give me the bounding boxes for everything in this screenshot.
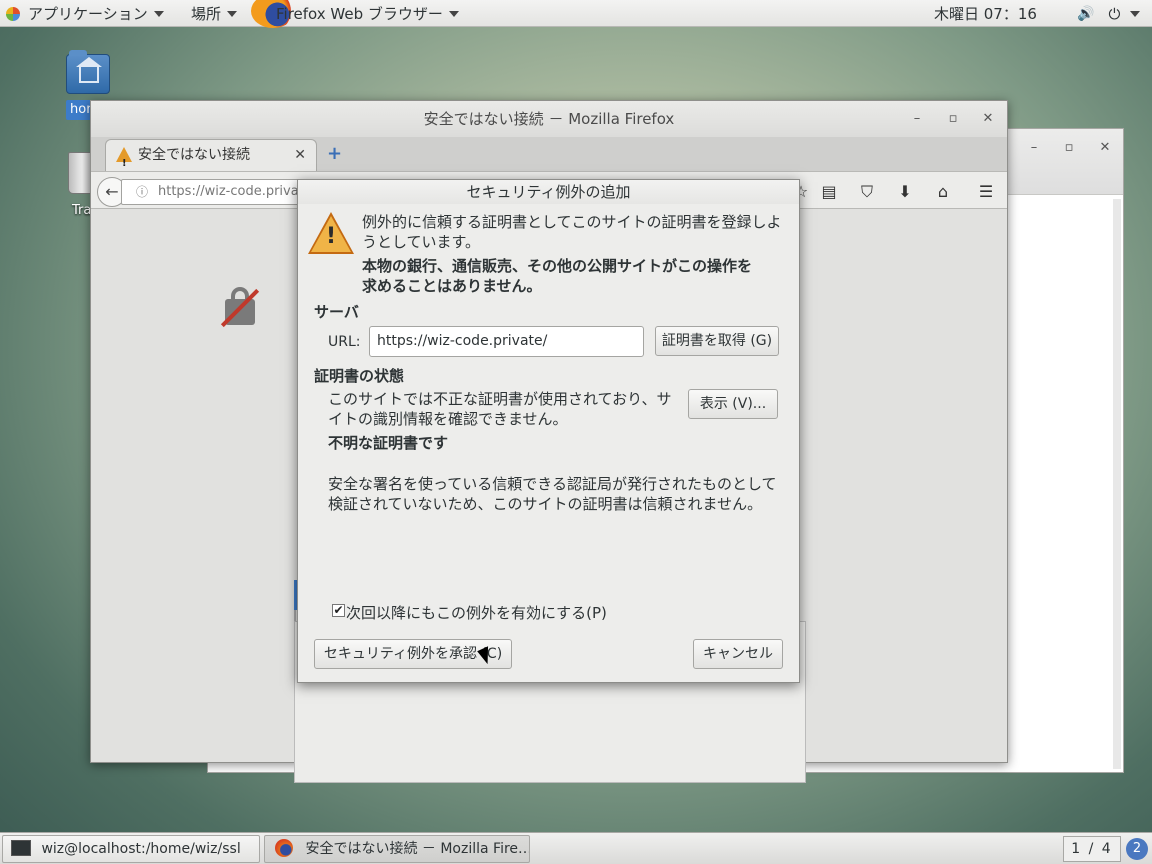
cancel-button[interactable]: キャンセル (693, 639, 783, 669)
home-icon[interactable]: ⌂ (933, 182, 953, 201)
tab-bar: 安全ではない接続 ✕ + (91, 137, 1007, 179)
menu-icon[interactable]: ☰ (976, 182, 996, 201)
warning-icon: ! (308, 212, 354, 254)
power-icon: ⏻ (1108, 4, 1121, 23)
close-icon[interactable]: ✕ (979, 110, 997, 128)
applications-menu[interactable]: アプリケーション (0, 0, 164, 27)
broken-lock-icon (219, 287, 261, 329)
warning-text: 本物の銀行、通信販売、その他の公開サイトがこの操作を 求めることはありません。 (362, 256, 792, 296)
workspace-switcher[interactable]: 1 / 4 (1063, 836, 1121, 862)
status-text: このサイトでは不正な証明書が使用されており、サ イトの識別情報を確認できません。 (328, 389, 688, 429)
status-line: このサイトでは不正な証明書が使用されており、サ (328, 390, 672, 408)
clock-label: 木曜日 07：16 (934, 5, 1037, 23)
active-app-menu[interactable]: Firefox Web ブラウザー (276, 0, 459, 27)
new-tab-icon[interactable]: + (327, 143, 342, 164)
home-folder-icon[interactable] (66, 50, 110, 94)
server-heading: サーバ (314, 303, 359, 321)
window-title: 安全ではない接続 － Mozilla Firefox (423, 110, 675, 128)
detail-line: 安全な署名を使っている信頼できる認証局が発行されたものとして (328, 475, 777, 493)
add-security-exception-dialog: セキュリティ例外の追加 ! 例外的に信頼する証明書としてこのサイトの証明書を登録… (297, 179, 800, 683)
warning-line: 求めることはありません。 (362, 277, 542, 295)
task-terminal-label: wiz@localhost:/home/wiz/ssl (41, 841, 241, 857)
get-certificate-button[interactable]: 証明書を取得 (G) (655, 326, 779, 356)
minimize-icon[interactable]: – (908, 110, 926, 128)
dialog-title: セキュリティ例外の追加 (298, 180, 799, 204)
scrollbar[interactable] (1113, 199, 1121, 769)
active-app-label: Firefox Web ブラウザー (276, 5, 443, 23)
tab-title: 安全ではない接続 (138, 147, 250, 163)
view-certificate-button[interactable]: 表示 (V)... (688, 389, 778, 419)
taskbar: wiz@localhost:/home/wiz/ssl 安全ではない接続 － M… (0, 832, 1152, 864)
applications-menu-label: アプリケーション (28, 5, 148, 23)
permanent-exception-label[interactable]: 次回以降にもこの例外を有効にする(P) (346, 603, 607, 623)
terminal-icon (11, 840, 31, 856)
warning-icon (116, 147, 132, 179)
back-arrow-icon: ← (105, 182, 119, 201)
chevron-down-icon (448, 10, 459, 17)
unknown-cert-label: 不明な証明書です (328, 434, 449, 452)
notification-badge[interactable]: 2 (1126, 838, 1148, 860)
task-firefox-label: 安全ではない接続 － Mozilla Fire… (305, 841, 530, 857)
cert-status-heading: 証明書の状態 (314, 367, 405, 385)
places-menu-label: 場所 (191, 5, 222, 23)
firefox-titlebar[interactable]: 安全ではない接続 － Mozilla Firefox (91, 101, 1007, 137)
cert-detail-text: 安全な署名を使っている信頼できる認証局が発行されたものとして 検証されていないた… (328, 474, 793, 514)
task-firefox[interactable]: 安全ではない接続 － Mozilla Fire… (264, 835, 530, 863)
maximize-icon[interactable]: ▫ (944, 110, 962, 128)
url-label: URL: (328, 334, 361, 350)
tab-insecure-connection[interactable]: 安全ではない接続 ✕ (105, 139, 317, 179)
clock[interactable]: 木曜日 07：16 (934, 0, 1037, 27)
status-line: イトの識別情報を確認できません。 (328, 410, 568, 428)
chevron-down-icon (1130, 10, 1141, 17)
volume-icon: 🔊 (1077, 5, 1095, 22)
minimize-icon[interactable]: – (1025, 139, 1043, 157)
intro-text: 例外的に信頼する証明書としてこのサイトの証明書を登録しよ うとしています。 (362, 212, 792, 252)
permanent-exception-checkbox[interactable]: ✔ (332, 604, 345, 617)
info-icon: ⓘ (136, 185, 149, 199)
pocket-icon[interactable]: ⛉ (857, 182, 877, 202)
places-menu[interactable]: 場所 (191, 0, 238, 27)
system-status-menu[interactable]: 🔊 ⏻ (1077, 0, 1141, 27)
trash-label[interactable]: Tra (72, 203, 91, 218)
url-input[interactable]: https://wiz-code.private/ (369, 326, 644, 357)
chevron-down-icon (153, 10, 164, 17)
reading-list-icon[interactable]: ▤ (819, 182, 839, 201)
warning-line: 本物の銀行、通信販売、その他の公開サイトがこの操作を (362, 257, 753, 275)
url-text: https://wiz-code.priva (158, 184, 299, 199)
chevron-down-icon (227, 10, 238, 17)
intro-line: 例外的に信頼する証明書としてこのサイトの証明書を登録しよ (362, 213, 782, 231)
download-icon[interactable]: ⬇ (895, 182, 915, 201)
firefox-icon (275, 839, 293, 857)
close-tab-icon[interactable]: ✕ (294, 140, 306, 170)
applications-icon (6, 6, 20, 21)
detail-line: 検証されていないため、このサイトの証明書は信頼されません。 (328, 495, 763, 513)
intro-line: うとしています。 (362, 233, 481, 251)
close-icon[interactable]: ✕ (1096, 139, 1114, 157)
maximize-icon[interactable]: ▫ (1060, 139, 1078, 157)
task-terminal[interactable]: wiz@localhost:/home/wiz/ssl (2, 835, 260, 863)
top-bar: アプリケーション 場所 Firefox Web ブラウザー 木曜日 07：16 … (0, 0, 1152, 28)
